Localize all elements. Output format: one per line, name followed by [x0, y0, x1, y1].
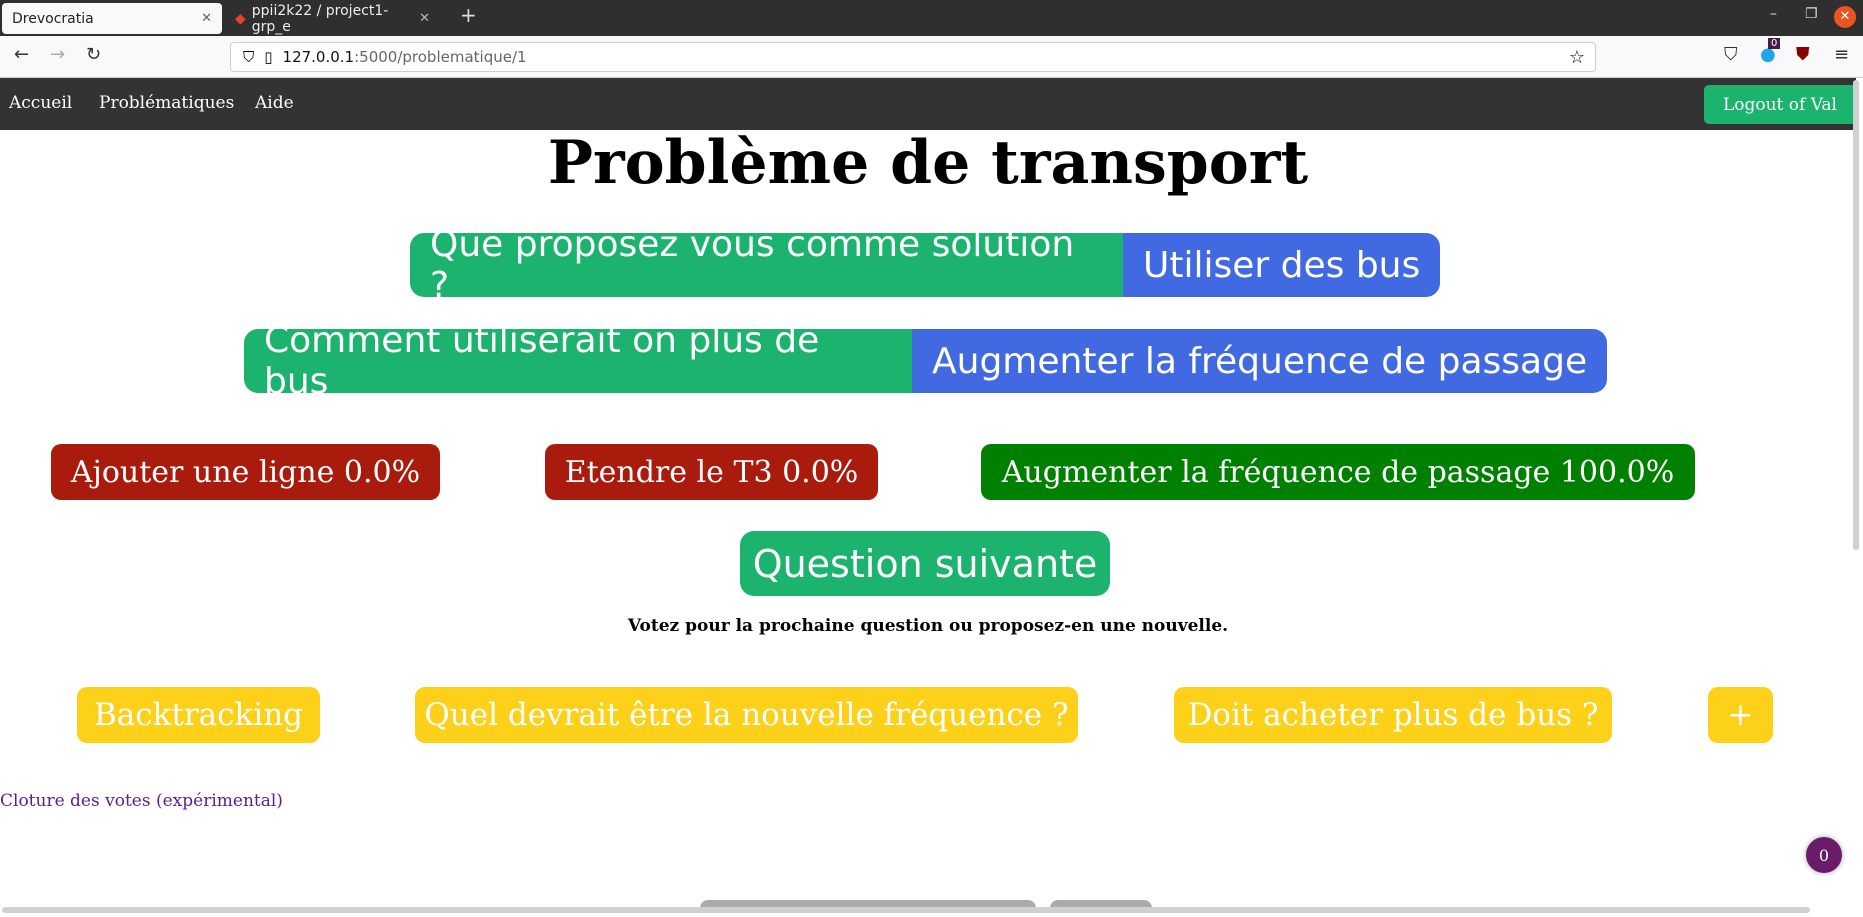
next-question-option[interactable]: Doit acheter plus de bus ?: [1174, 687, 1612, 743]
nav-aide[interactable]: Aide: [255, 93, 294, 113]
ublock-icon[interactable]: ⛊: [1796, 44, 1810, 65]
back-icon[interactable]: ←: [14, 44, 29, 65]
logout-button[interactable]: Logout of Val: [1703, 85, 1856, 124]
tab-drevocratia[interactable]: Drevocratia ✕: [2, 3, 222, 34]
next-question-option[interactable]: Backtracking: [77, 687, 320, 743]
restore-icon[interactable]: ❐: [1805, 6, 1818, 22]
url-path: :5000/problematique/1: [354, 48, 527, 66]
next-question-option[interactable]: Quel devrait être la nouvelle fréquence …: [415, 687, 1078, 743]
url-bar[interactable]: ⛉ ▯ 127.0.0.1:5000/problematique/1 ☆: [230, 42, 1596, 72]
path-question[interactable]: Que proposez vous comme solution ?: [410, 233, 1123, 297]
tab-gitlab[interactable]: ◆ ppii2k22 / project1-grp_e ✕: [225, 2, 440, 35]
minimize-icon[interactable]: –: [1770, 6, 1777, 22]
path-step: Comment utiliserait on plus de bus Augme…: [244, 329, 1608, 393]
bookmark-star-icon[interactable]: ☆: [1569, 47, 1585, 68]
ghostery-icon[interactable]: ● 0: [1760, 38, 1781, 65]
answer-button[interactable]: Augmenter la fréquence de passage 100.0%: [981, 444, 1695, 500]
close-votes-link[interactable]: Cloture des votes (expérimental): [0, 791, 283, 811]
extension-badge: 0: [1768, 38, 1781, 49]
gitlab-icon: ◆: [235, 10, 246, 27]
shield-icon: ⛉: [243, 48, 255, 66]
browser-toolbar: ← → ↻ ⛉ ▯ 127.0.0.1:5000/problematique/1 …: [0, 36, 1863, 78]
tab-title: Drevocratia: [12, 10, 94, 27]
vertical-scrollbar[interactable]: [1853, 80, 1859, 550]
path-question[interactable]: Comment utiliserait on plus de bus: [244, 329, 912, 393]
path-answer[interactable]: Augmenter la fréquence de passage: [912, 329, 1608, 393]
nav-accueil[interactable]: Accueil: [9, 93, 72, 113]
pocket-icon[interactable]: ⛉: [1724, 44, 1738, 65]
vote-instructions: Votez pour la prochaine question ou prop…: [627, 616, 1229, 636]
answer-button[interactable]: Ajouter une ligne 0.0%: [51, 444, 440, 500]
path-answer[interactable]: Utiliser des bus: [1123, 233, 1441, 297]
reload-icon[interactable]: ↻: [86, 44, 101, 65]
add-question-button[interactable]: +: [1708, 687, 1773, 743]
url-host: 127.0.0.1: [282, 48, 355, 66]
page-icon: ▯: [264, 48, 273, 66]
path-step: Que proposez vous comme solution ? Utili…: [410, 233, 1441, 297]
browser-tab-bar: Drevocratia ✕ ◆ ppii2k22 / project1-grp_e ✕…: [0, 0, 1863, 36]
close-tab-icon[interactable]: ✕: [419, 11, 430, 26]
horizontal-scrollbar[interactable]: [2, 907, 1810, 913]
next-question-button[interactable]: Question suivante: [740, 531, 1110, 596]
close-tab-icon[interactable]: ✕: [201, 11, 212, 26]
notification-badge[interactable]: 0: [1806, 837, 1842, 873]
nav-problematiques[interactable]: Problématiques: [99, 93, 234, 113]
close-window-icon[interactable]: ✕: [1834, 6, 1856, 28]
tab-title: ppii2k22 / project1-grp_e: [251, 2, 389, 35]
answer-button[interactable]: Etendre le T3 0.0%: [545, 444, 878, 500]
page-title: Problème de transport: [547, 128, 1309, 198]
forward-icon[interactable]: →: [50, 44, 65, 65]
new-tab-icon[interactable]: +: [460, 3, 477, 27]
site-navbar: Accueil Problématiques Aide Logout of Va…: [0, 78, 1856, 130]
menu-icon[interactable]: ≡: [1834, 44, 1849, 65]
